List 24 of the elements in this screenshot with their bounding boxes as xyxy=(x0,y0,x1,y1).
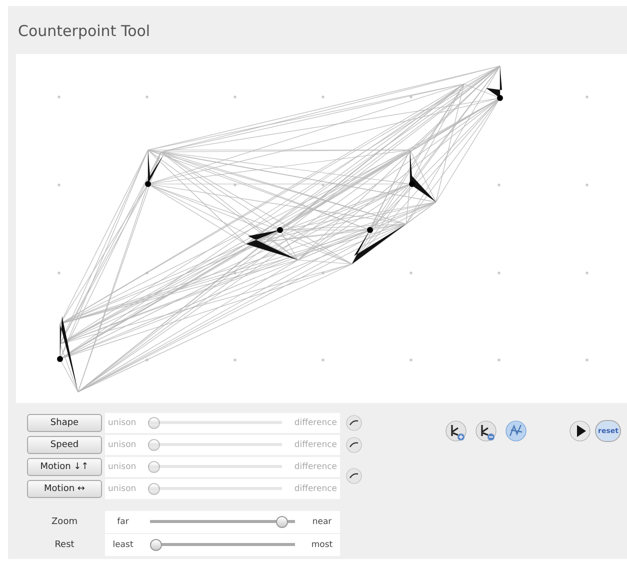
slider-min-label: far xyxy=(116,517,130,527)
slider-label: Rest xyxy=(54,540,76,550)
slider-max-label: difference xyxy=(294,440,337,450)
slider-max-label: difference xyxy=(294,418,337,428)
curve-toggle-icon[interactable] xyxy=(346,415,362,431)
slider-max-label: difference xyxy=(294,462,337,472)
slider-min-label: unison xyxy=(108,418,136,428)
slider-thumb[interactable] xyxy=(150,539,162,551)
slider-max-label: most xyxy=(310,540,334,550)
slider-thumb[interactable] xyxy=(276,516,288,528)
slider-min-label: unison xyxy=(108,462,136,472)
add-voice-icon[interactable] xyxy=(445,420,467,442)
curve-toggle-icon[interactable] xyxy=(346,437,362,453)
slider-min-label: unison xyxy=(108,484,136,494)
slider-min-label: unison xyxy=(108,440,136,450)
curve-toggle-icon[interactable] xyxy=(346,468,362,484)
slider-max-label: difference xyxy=(294,484,337,494)
connect-voices-icon[interactable] xyxy=(505,420,527,442)
play-icon[interactable] xyxy=(569,420,591,442)
remove-voice-icon[interactable] xyxy=(475,420,497,442)
slider-min-label: least xyxy=(112,540,134,550)
window-title: Counterpoint Tool xyxy=(17,21,152,42)
slider-max-label: near xyxy=(311,517,333,527)
slider-label: Zoom xyxy=(50,517,78,527)
